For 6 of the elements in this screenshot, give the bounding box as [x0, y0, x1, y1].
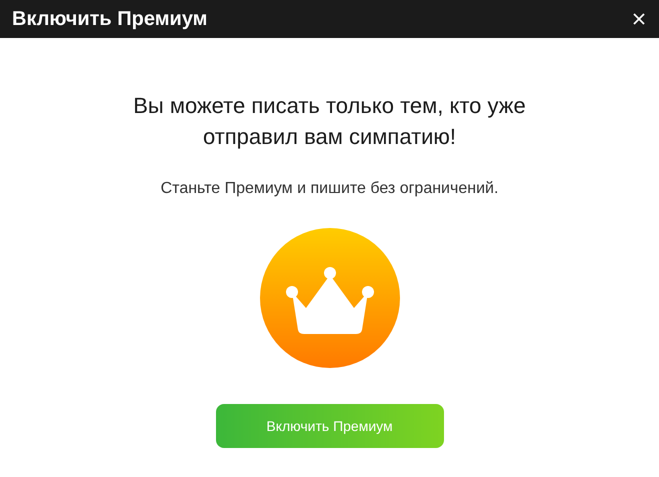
close-icon[interactable]	[633, 13, 645, 25]
dialog-heading: Вы можете писать только тем, кто уже отправил вам симпатию!	[132, 92, 527, 151]
window-title: Включить Премиум	[12, 8, 208, 30]
enable-premium-button[interactable]: Включить Премиум	[216, 404, 444, 448]
dialog-subtitle: Станьте Премиум и пишите без ограничений.	[160, 180, 498, 198]
crown-medal-icon	[260, 228, 400, 368]
